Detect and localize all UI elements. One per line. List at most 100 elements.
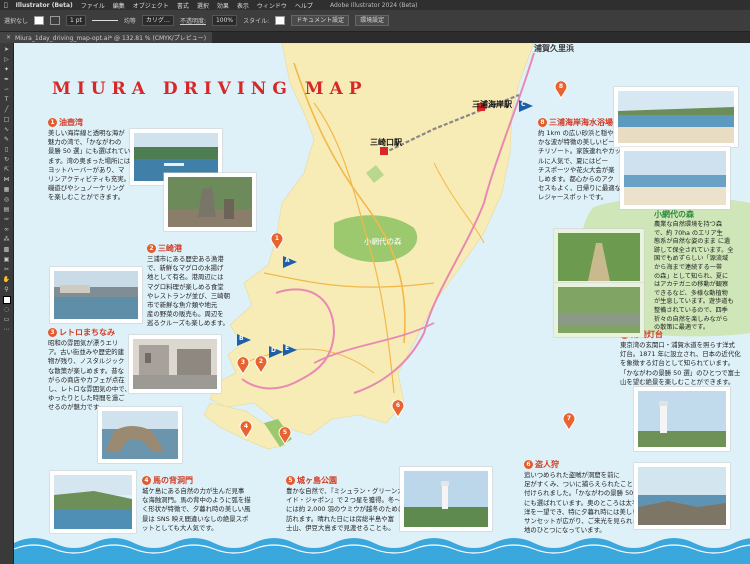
- magic-wand-tool-icon[interactable]: ✦: [3, 66, 11, 74]
- shape-builder-tool-icon[interactable]: ◎: [3, 196, 11, 204]
- pin-1-label: 1: [274, 235, 280, 242]
- tab-close-icon[interactable]: ×: [6, 34, 11, 41]
- width-tool-icon[interactable]: ⋈: [3, 176, 11, 184]
- drawing-modes-icon[interactable]: ◌: [3, 306, 11, 314]
- koajiro-description: 農業な自然環境を持つ森 で、約 70ha のエリア生 態系が自然な姿のまま に遺 跡し…: [654, 221, 734, 332]
- menu-app[interactable]: Illustrator (Beta): [16, 2, 73, 9]
- spot-2-name: 三崎港: [158, 244, 182, 253]
- menu-object[interactable]: オブジェクト: [133, 1, 169, 10]
- spot-2-number: 2: [147, 244, 156, 253]
- spot-5-number: 5: [286, 476, 295, 485]
- spot-8-number: 8: [538, 118, 547, 127]
- eyedropper-tool-icon[interactable]: ✑: [3, 216, 11, 224]
- style-label: スタイル:: [243, 18, 270, 25]
- spot-2-photo-harbor: [50, 267, 142, 323]
- spot-1-title: 1 油壺湾: [48, 117, 83, 128]
- zoom-tool-icon[interactable]: ⚲: [3, 286, 11, 294]
- curvature-tool-icon[interactable]: ∽: [3, 86, 11, 94]
- document-setup-button[interactable]: ドキュメント設定: [291, 15, 350, 26]
- spot-4-description: 城ケ島にある自然の力が生んだ見事 な海蝕洞門。馬の背中のように弧を描 く形状が特徴で…: [142, 487, 251, 532]
- spot-4-photo-coast: [50, 471, 136, 533]
- menu-edit[interactable]: 編集: [113, 1, 125, 10]
- stroke-swatch[interactable]: [50, 16, 61, 25]
- map-pin-8[interactable]: 8: [554, 80, 568, 99]
- spot-5-title: 5 城ヶ島公園: [286, 475, 337, 486]
- spot-5-description: 豊かな自然で、『ミシュラン・グリーンガ イド・ジャポン』で２つ星を獲得。冬〜春 には…: [286, 487, 408, 532]
- brush-select[interactable]: カリグ…: [141, 15, 174, 26]
- menu-select[interactable]: 選択: [197, 1, 209, 10]
- pencil-tool-icon[interactable]: ✎: [3, 136, 11, 144]
- apple-icon[interactable]: : [4, 2, 8, 9]
- rotate-tool-icon[interactable]: ↻: [3, 156, 11, 164]
- style-swatch[interactable]: [275, 16, 286, 25]
- graph-tool-icon[interactable]: ▩: [3, 246, 11, 254]
- free-transform-tool-icon[interactable]: ▦: [3, 186, 11, 194]
- spot-3-photo-street: [129, 335, 221, 393]
- document-tab[interactable]: × Miura_1day_driving_map-opt.ai* @ 132.8…: [0, 32, 213, 43]
- spot-8-photo-beach: [614, 87, 738, 147]
- flag-d-letter: D: [271, 347, 276, 354]
- screen-mode-icon[interactable]: ▭: [3, 316, 11, 324]
- map-pin-5[interactable]: 5: [278, 426, 292, 445]
- spot-4-name: 馬の背洞門: [153, 476, 193, 485]
- selection-tool-icon[interactable]: ➤: [3, 46, 11, 54]
- stroke-weight-field[interactable]: 1 pt: [66, 15, 86, 26]
- gradient-tool-icon[interactable]: ▤: [3, 206, 11, 214]
- menu-file[interactable]: ファイル: [81, 1, 105, 10]
- symbol-sprayer-tool-icon[interactable]: ⁂: [3, 236, 11, 244]
- artboard-tool-icon[interactable]: ▣: [3, 256, 11, 264]
- spot-4-number: 4: [142, 476, 151, 485]
- menu-window[interactable]: ウィンドウ: [257, 1, 287, 10]
- spot-5-name: 城ヶ島公園: [297, 476, 337, 485]
- koajiro-panel-title: 小網代の森: [654, 210, 694, 219]
- koajiro-photo-path: [554, 229, 644, 285]
- opacity-field[interactable]: 100%: [211, 15, 238, 26]
- spot-7-description: 東京湾の玄関口・浦賀水道を照らす洋式 灯台。1871 年に設立され、日本の近代化を…: [620, 341, 741, 386]
- eraser-tool-icon[interactable]: ▯: [3, 146, 11, 154]
- pin-8-label: 8: [558, 83, 564, 90]
- spot-6-photo-cliff: [634, 463, 730, 529]
- spot-3-title: 3 レトロまちなみ: [48, 327, 115, 338]
- pin-6-label: 6: [395, 402, 401, 409]
- document-tab-bar: × Miura_1day_driving_map-opt.ai* @ 132.8…: [0, 32, 750, 43]
- spot-4-title: 4 馬の背洞門: [142, 475, 193, 486]
- map-pin-1[interactable]: 1: [270, 232, 284, 251]
- line-tool-icon[interactable]: ╱: [3, 106, 11, 114]
- spot-4-photo-arch: [98, 407, 182, 463]
- map-pin-2[interactable]: 2: [254, 355, 268, 374]
- spot-8-title: 8 三浦海岸海水浴場: [538, 117, 613, 128]
- pin-2-label: 2: [258, 358, 264, 365]
- map-pin-3[interactable]: 3: [236, 356, 250, 375]
- menu-effect[interactable]: 効果: [217, 1, 229, 10]
- more-tools-icon[interactable]: ⋯: [3, 326, 11, 334]
- fill-stroke-swatches[interactable]: [2, 296, 11, 304]
- map-title: MIURA DRIVING MAP: [52, 79, 368, 99]
- fill-swatch[interactable]: [34, 16, 45, 25]
- tools-panel: ➤ ▷ ✦ ✒ ∽ T ╱ □ ∿ ✎ ▯ ↻ ⇱ ⋈ ▦ ◎ ▤ ✑ ∞ ⁂ …: [0, 43, 14, 564]
- misakiguchi-station-mark: [380, 147, 388, 155]
- blend-tool-icon[interactable]: ∞: [3, 226, 11, 234]
- preferences-button[interactable]: 環境設定: [355, 15, 390, 26]
- rectangle-tool-icon[interactable]: □: [3, 116, 11, 124]
- spot-3-number: 3: [48, 328, 57, 337]
- type-tool-icon[interactable]: T: [3, 96, 11, 104]
- spot-6-title: 6 盗人狩: [524, 459, 559, 470]
- spot-1-name: 油壺湾: [59, 118, 83, 127]
- map-pin-7[interactable]: 7: [562, 412, 576, 431]
- pin-3-label: 3: [240, 359, 246, 366]
- map-pin-6[interactable]: 6: [391, 399, 405, 418]
- menu-view[interactable]: 表示: [237, 1, 249, 10]
- direct-selection-tool-icon[interactable]: ▷: [3, 56, 11, 64]
- artboard-canvas[interactable]: 浦賀久里浜 MIURA DRIVING MAP 三崎口駅 三浦海岸駅 小網代の森…: [14, 43, 750, 564]
- menu-help[interactable]: ヘルプ: [295, 1, 313, 10]
- map-pin-4[interactable]: 4: [239, 420, 253, 439]
- pen-tool-icon[interactable]: ✒: [3, 76, 11, 84]
- spot-3-name: レトロまちなみ: [59, 328, 115, 337]
- scale-tool-icon[interactable]: ⇱: [3, 166, 11, 174]
- hand-tool-icon[interactable]: ✋: [3, 276, 11, 284]
- paintbrush-tool-icon[interactable]: ∿: [3, 126, 11, 134]
- stroke-profile-select[interactable]: 均等: [124, 16, 136, 25]
- slice-tool-icon[interactable]: ✂: [3, 266, 11, 274]
- spot-1-number: 1: [48, 118, 57, 127]
- menu-type[interactable]: 書式: [177, 1, 189, 10]
